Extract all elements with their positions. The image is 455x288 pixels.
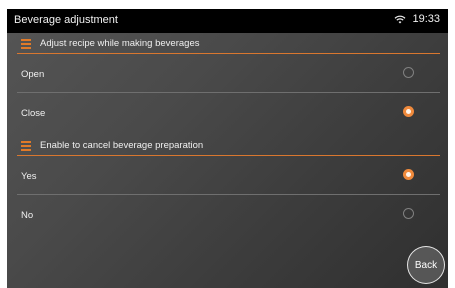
- radio-yes[interactable]: [403, 169, 414, 180]
- option-yes[interactable]: Yes: [7, 157, 448, 195]
- row-divider: [17, 194, 440, 195]
- option-no[interactable]: No: [7, 196, 448, 234]
- radio-close[interactable]: [403, 106, 414, 117]
- option-label: No: [21, 210, 34, 221]
- status-right: 19:33: [394, 13, 440, 25]
- section-cancel-preparation: Enable to cancel beverage preparation: [7, 136, 448, 156]
- page-title: Beverage adjustment: [14, 14, 118, 26]
- row-divider: [17, 92, 440, 93]
- clock: 19:33: [412, 13, 440, 25]
- radio-no[interactable]: [403, 208, 414, 219]
- back-button[interactable]: Back: [407, 246, 445, 284]
- option-open[interactable]: Open: [7, 55, 448, 93]
- menu-icon: [21, 141, 31, 151]
- section-label: Enable to cancel beverage preparation: [40, 140, 204, 151]
- menu-icon: [21, 39, 31, 49]
- option-label: Yes: [21, 171, 37, 182]
- section-divider: [17, 154, 440, 156]
- device-screen: Beverage adjustment 19:33 Adjust recipe …: [7, 9, 448, 288]
- wifi-icon: [395, 15, 406, 24]
- option-label: Open: [21, 69, 45, 80]
- option-label: Close: [21, 108, 46, 119]
- status-bar: Beverage adjustment 19:33: [7, 9, 448, 33]
- option-close[interactable]: Close: [7, 94, 448, 132]
- section-label: Adjust recipe while making beverages: [40, 38, 200, 49]
- section-divider: [17, 52, 440, 54]
- radio-open[interactable]: [403, 67, 414, 78]
- section-adjust-recipe: Adjust recipe while making beverages: [7, 34, 448, 54]
